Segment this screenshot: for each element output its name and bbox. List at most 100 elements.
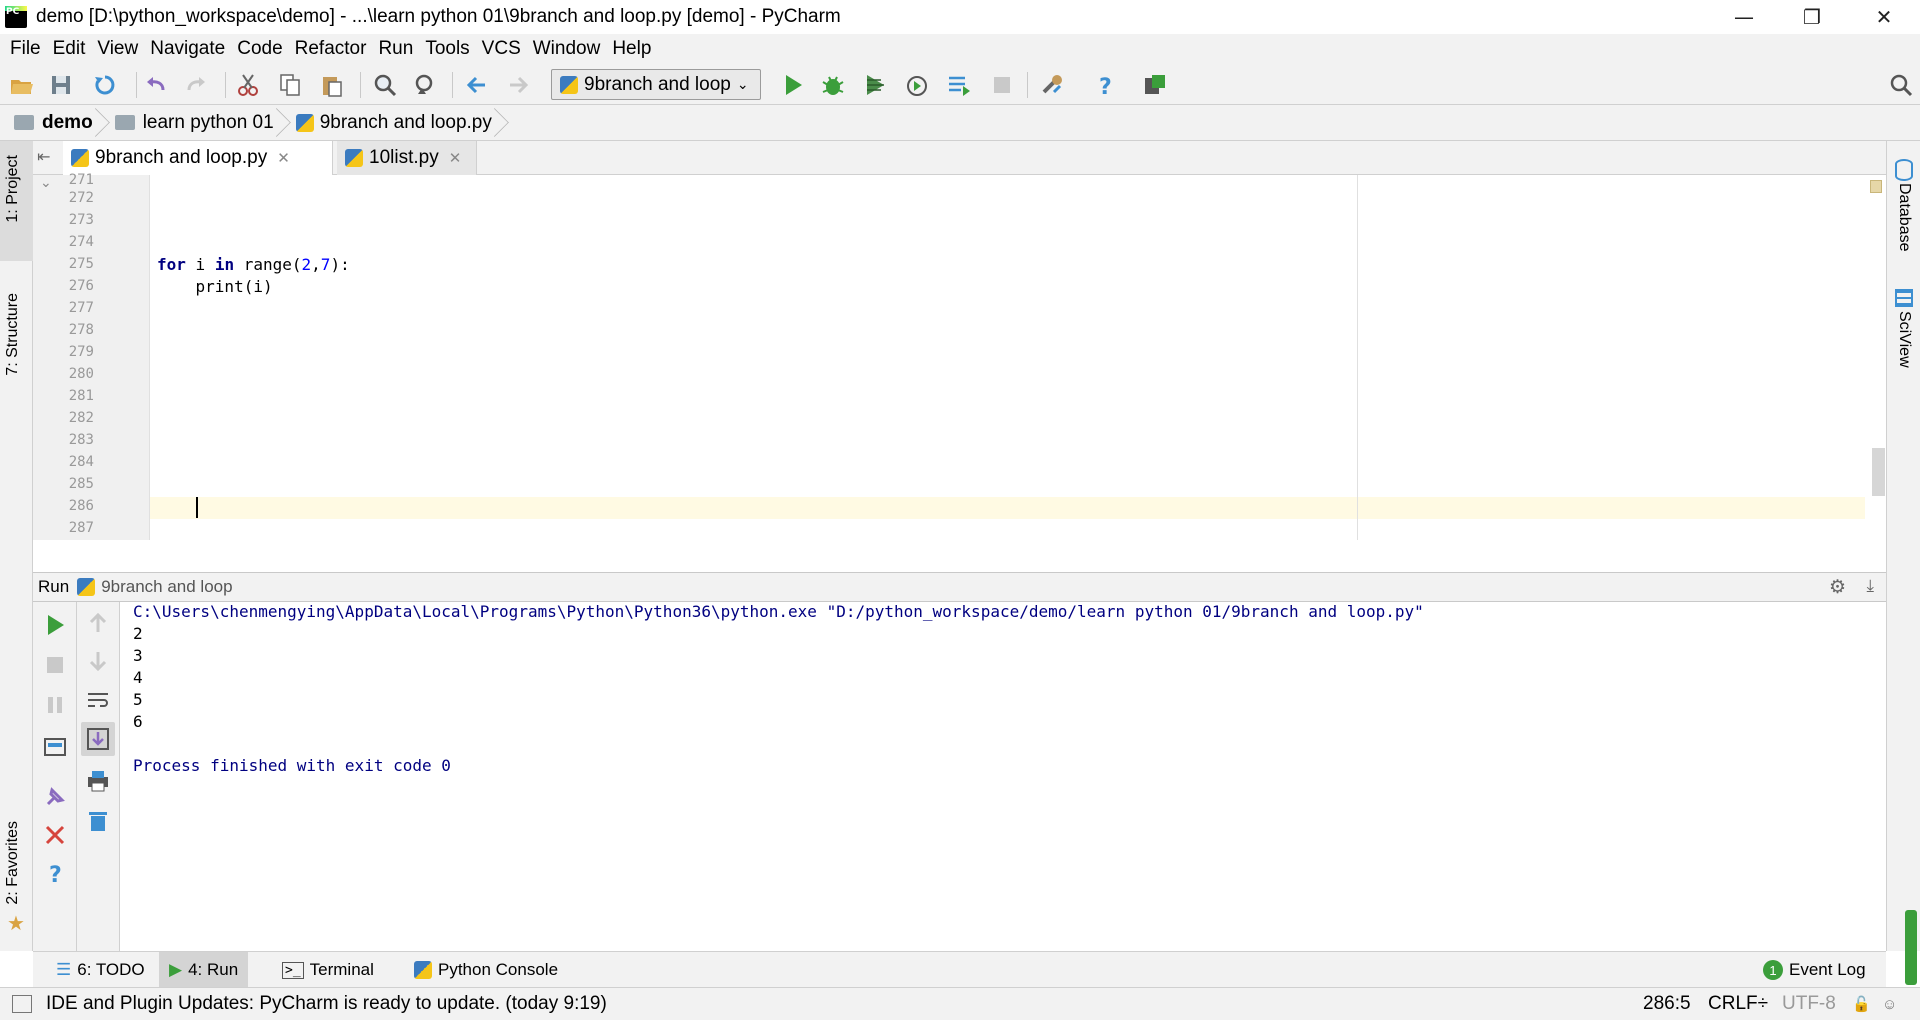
replace-icon[interactable] [412,72,438,98]
favorites-tool-tab[interactable]: 2: Favorites [4,821,22,905]
coverage-icon[interactable] [862,72,888,98]
find-icon[interactable] [372,72,398,98]
settings-tools-icon[interactable] [1040,72,1066,98]
pin-icon[interactable] [42,784,68,810]
forward-icon[interactable] [506,72,532,98]
python-console-tool-tab[interactable]: Python Console [404,952,568,988]
arrow-up-icon[interactable] [85,610,111,636]
tool-tab-label: Python Console [438,960,559,979]
breadcrumb: demo learn python 01 9branch and loop.py [0,105,1920,141]
search-everywhere-icon[interactable] [1888,72,1914,98]
file-encoding[interactable]: UTF-8 [1782,993,1836,1015]
sciview-icon [1895,289,1913,307]
soft-wrap-icon[interactable] [85,688,111,714]
copy-icon[interactable] [277,72,303,98]
minimize-button[interactable]: — [1710,0,1778,34]
tool-tab-label: 6: TODO [77,960,145,979]
open-folder-icon[interactable] [9,72,35,98]
close-x-icon[interactable] [42,822,68,848]
redo-icon[interactable] [183,72,209,98]
run-config-dropdown[interactable]: 9branch and loop ⌄ [551,69,761,100]
rerun-icon[interactable] [42,612,68,638]
sync-icon[interactable] [92,72,118,98]
lock-icon[interactable]: 🔓 [1852,995,1871,1013]
cut-icon[interactable] [235,72,261,98]
tool-tab-label: Terminal [309,960,374,979]
back-icon[interactable] [463,72,489,98]
event-log-tool-tab[interactable]: 1 Event Log [1753,952,1876,988]
fold-icon[interactable]: ⌄ [40,175,52,191]
code-editor[interactable] [150,175,1886,540]
debug-icon[interactable] [820,72,846,98]
layout-icon[interactable] [42,734,68,760]
line-number: 287 [68,520,94,536]
memory-indicator[interactable] [1905,910,1917,985]
stop-icon[interactable] [42,652,68,678]
todo-tool-tab[interactable]: ☰ 6: TODO [46,952,155,988]
breadcrumb-learn-python-01[interactable]: learn python 01 [101,105,282,141]
breadcrumb-demo[interactable]: demo [0,105,101,141]
close-tab-icon[interactable]: ✕ [277,149,290,167]
number-literal: 2 [301,255,312,274]
tool-windows-toggle-icon[interactable] [12,995,32,1013]
print-icon[interactable] [85,768,111,794]
caret-position[interactable]: 286:5 [1643,993,1691,1015]
hide-panel-icon[interactable]: ⤓ [1866,576,1874,596]
breadcrumb-file[interactable]: 9branch and loop.py [282,105,500,141]
database-tool-tab[interactable]: Database [1895,183,1913,252]
paste-icon[interactable] [319,72,345,98]
run-console-output[interactable]: C:\Users\chenmengying\AppData\Local\Prog… [120,602,1886,951]
menu-edit[interactable]: Edit [47,38,92,60]
project-tool-tab[interactable]: 1: Project [4,155,22,223]
menu-file[interactable]: File [4,38,47,60]
save-icon[interactable] [48,72,74,98]
close-button[interactable]: ✕ [1850,0,1918,34]
undo-icon[interactable] [143,72,169,98]
menu-code[interactable]: Code [231,38,288,60]
menu-navigate[interactable]: Navigate [144,38,231,60]
profile-icon[interactable] [904,72,930,98]
inspector-icon[interactable]: ☺ [1882,996,1897,1013]
menu-help[interactable]: Help [606,38,657,60]
help-icon[interactable]: ? [42,860,68,886]
scroll-to-end-toggle[interactable] [81,722,115,756]
python-file-icon [345,149,363,167]
close-tab-icon[interactable]: ✕ [449,149,462,167]
run-panel-config[interactable]: 9branch and loop [101,577,232,597]
menu-run[interactable]: Run [372,38,419,60]
stop-icon[interactable] [989,72,1015,98]
todo-icon: ☰ [56,960,72,979]
status-message[interactable]: IDE and Plugin Updates: PyCharm is ready… [46,993,607,1015]
sciview-tool-tab[interactable]: SciView [1895,311,1913,368]
line-separator[interactable]: CRLF÷ [1708,993,1768,1015]
line-number: 282 [68,410,94,426]
run-tool-tab[interactable]: ▶ 4: Run [159,952,249,988]
collapse-arrow-icon[interactable]: ⇤ [37,147,50,166]
terminal-tool-tab[interactable]: >_ Terminal [272,952,384,988]
svg-text:?: ? [49,863,62,886]
code-token: , [311,255,321,274]
code-token: range( [234,255,302,274]
structure-tool-tab[interactable]: 7: Structure [4,293,22,376]
arrow-down-icon[interactable] [85,648,111,674]
folder-icon [14,115,34,130]
run-icon[interactable] [780,72,806,98]
trash-icon[interactable] [85,808,111,834]
menu-view[interactable]: View [91,38,144,60]
menu-vcs[interactable]: VCS [476,38,527,60]
line-number: 279 [68,344,94,360]
editor-scrollbar-thumb[interactable] [1872,448,1885,496]
restore-button[interactable]: ❐ [1778,0,1846,34]
help-icon[interactable]: ? [1092,72,1118,98]
sdk-manager-icon[interactable] [1142,72,1168,98]
console-command-line: C:\Users\chenmengying\AppData\Local\Prog… [133,602,1424,621]
gear-icon[interactable]: ⚙ [1829,576,1846,599]
menu-refactor[interactable]: Refactor [289,38,373,60]
menu-window[interactable]: Window [527,38,607,60]
pause-icon[interactable] [42,692,68,718]
editor-tab-10list[interactable]: 10list.py ✕ [337,141,477,175]
inspection-indicator-icon[interactable] [1870,180,1882,193]
editor-tab-9branch[interactable]: 9branch and loop.py ✕ [63,141,333,175]
run-concurrency-icon[interactable] [946,72,972,98]
menu-tools[interactable]: Tools [419,38,475,60]
